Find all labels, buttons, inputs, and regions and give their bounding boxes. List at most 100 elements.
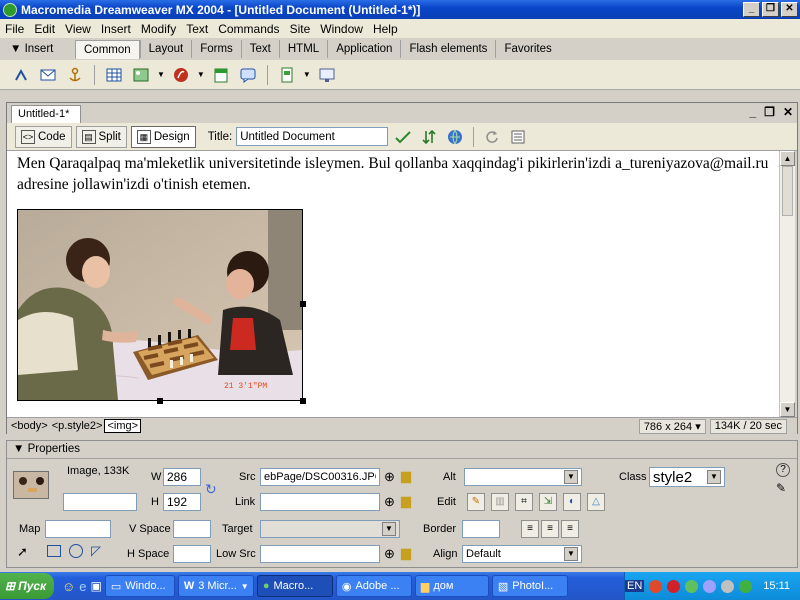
ie-icon[interactable]: e bbox=[79, 579, 86, 594]
tab-html[interactable]: HTML bbox=[278, 40, 327, 58]
doc-close-icon[interactable]: ✕ bbox=[783, 105, 793, 119]
alt-select[interactable]: ▼ bbox=[464, 468, 582, 486]
polygon-hotspot-icon[interactable]: ◸ bbox=[91, 543, 101, 559]
quick-tag-editor-icon[interactable]: ✎ bbox=[776, 481, 786, 495]
body-paragraph[interactable]: Men Qaraqalpaq ma'mleketlik universiteti… bbox=[17, 153, 777, 195]
link-input[interactable] bbox=[260, 493, 380, 511]
resize-handle[interactable] bbox=[157, 398, 163, 404]
menu-modify[interactable]: Modify bbox=[136, 22, 181, 36]
templates-icon[interactable] bbox=[276, 64, 298, 86]
document-title-input[interactable] bbox=[236, 127, 389, 146]
map-input[interactable] bbox=[45, 520, 111, 538]
properties-header[interactable]: ▼ Properties bbox=[7, 441, 797, 459]
email-link-icon[interactable] bbox=[37, 64, 59, 86]
chevron-down-icon[interactable]: ▼ bbox=[197, 70, 205, 79]
menu-file[interactable]: File bbox=[0, 22, 29, 36]
folder-icon[interactable]: ▆ bbox=[401, 468, 411, 484]
view-options-icon[interactable] bbox=[507, 126, 529, 148]
menu-view[interactable]: View bbox=[60, 22, 96, 36]
width-input[interactable] bbox=[163, 468, 201, 486]
tray-update-icon[interactable] bbox=[739, 579, 753, 593]
tab-common[interactable]: Common bbox=[75, 39, 140, 59]
help-icon[interactable]: ? bbox=[776, 463, 790, 477]
file-management-icon[interactable] bbox=[418, 126, 440, 148]
image-icon[interactable] bbox=[130, 64, 152, 86]
preview-browser-icon[interactable] bbox=[444, 126, 466, 148]
minimize-button[interactable]: _ bbox=[743, 2, 760, 17]
align-center-icon[interactable]: ≡ bbox=[541, 520, 559, 538]
validate-icon[interactable] bbox=[392, 126, 414, 148]
tab-favorites[interactable]: Favorites bbox=[495, 40, 559, 58]
tray-volume-icon[interactable] bbox=[721, 579, 735, 593]
refresh-icon[interactable] bbox=[481, 126, 503, 148]
save-icon[interactable]: ▣ bbox=[91, 579, 102, 593]
taskbar-button-folder[interactable]: ▆ дом bbox=[414, 575, 489, 597]
circle-hotspot-icon[interactable] bbox=[69, 544, 83, 558]
tray-network-icon[interactable] bbox=[685, 579, 699, 593]
scroll-up-icon[interactable]: ▲ bbox=[780, 151, 795, 166]
quick-launch-icon[interactable]: ☺ bbox=[62, 579, 75, 594]
insert-panel-title[interactable]: ▼ Insert bbox=[0, 43, 75, 55]
vspace-input[interactable] bbox=[173, 520, 211, 538]
language-indicator[interactable]: EN bbox=[625, 580, 645, 592]
resize-handle[interactable] bbox=[300, 301, 306, 307]
vertical-scrollbar[interactable]: ▲ ▼ bbox=[779, 151, 795, 417]
menu-edit[interactable]: Edit bbox=[29, 22, 60, 36]
menu-window[interactable]: Window bbox=[315, 22, 368, 36]
doc-minimize-icon[interactable]: _ bbox=[749, 105, 756, 119]
menu-commands[interactable]: Commands bbox=[213, 22, 284, 36]
start-button[interactable]: ⊞ Пуск bbox=[0, 573, 54, 599]
taskbar-button-photo[interactable]: ▧ PhotoI... bbox=[491, 575, 568, 597]
restore-button[interactable]: ❐ bbox=[762, 2, 779, 17]
image-name-input[interactable] bbox=[63, 493, 137, 511]
tab-flash-elements[interactable]: Flash elements bbox=[400, 40, 495, 58]
point-to-file-icon[interactable]: ⊕ bbox=[384, 546, 395, 562]
code-view-button[interactable]: <> Code bbox=[15, 125, 72, 148]
document-tab[interactable]: Untitled-1* bbox=[11, 105, 81, 123]
tray-app-icon[interactable] bbox=[649, 579, 663, 593]
menu-text[interactable]: Text bbox=[181, 22, 213, 36]
date-icon[interactable] bbox=[210, 64, 232, 86]
folder-icon[interactable]: ▆ bbox=[401, 545, 411, 561]
tag-body[interactable]: <body> bbox=[9, 420, 50, 432]
tab-forms[interactable]: Forms bbox=[191, 40, 241, 58]
hyperlink-icon[interactable] bbox=[10, 64, 32, 86]
taskbar-button-macromedia[interactable]: ● Macro... bbox=[256, 575, 333, 597]
chevron-down-icon[interactable]: ▼ bbox=[157, 70, 165, 79]
taskbar-button-adobe[interactable]: ◉ Adobe ... bbox=[335, 575, 412, 597]
scroll-down-icon[interactable]: ▼ bbox=[780, 402, 795, 417]
taskbar-button-windows[interactable]: ▭ Windo... bbox=[104, 575, 175, 597]
resample-icon[interactable]: ⇲ bbox=[539, 493, 557, 511]
split-view-button[interactable]: ▤ Split bbox=[75, 125, 127, 148]
tag-img[interactable]: <img> bbox=[104, 419, 142, 433]
scroll-thumb[interactable] bbox=[782, 166, 793, 216]
lowsrc-input[interactable] bbox=[260, 545, 380, 563]
taskbar-button-word[interactable]: W3 Micr... ▼ bbox=[177, 575, 254, 597]
hspace-input[interactable] bbox=[173, 545, 211, 563]
menu-site[interactable]: Site bbox=[285, 22, 316, 36]
brightness-contrast-icon[interactable]: ◐ bbox=[563, 493, 581, 511]
menu-insert[interactable]: Insert bbox=[96, 22, 136, 36]
resize-handle[interactable] bbox=[300, 398, 306, 404]
src-input[interactable] bbox=[260, 468, 380, 486]
named-anchor-icon[interactable] bbox=[64, 64, 86, 86]
border-input[interactable] bbox=[462, 520, 500, 538]
tag-chooser-icon[interactable] bbox=[316, 64, 338, 86]
close-button[interactable]: ✕ bbox=[781, 2, 798, 17]
tray-display-icon[interactable] bbox=[703, 579, 717, 593]
class-select[interactable]: style2 ▼ bbox=[649, 467, 725, 487]
reset-size-icon[interactable]: ↻ bbox=[205, 481, 217, 498]
optimize-icon[interactable]: ▥ bbox=[491, 493, 509, 511]
point-to-file-icon[interactable]: ⊕ bbox=[384, 494, 395, 510]
tab-layout[interactable]: Layout bbox=[139, 40, 192, 58]
align-select[interactable]: Default ▼ bbox=[462, 545, 582, 563]
comment-icon[interactable] bbox=[237, 64, 259, 86]
target-select[interactable]: ▼ bbox=[260, 520, 400, 538]
tag-p[interactable]: <p.style2> bbox=[50, 420, 105, 432]
menu-help[interactable]: Help bbox=[368, 22, 403, 36]
rectangle-hotspot-icon[interactable] bbox=[47, 545, 61, 557]
table-icon[interactable] bbox=[103, 64, 125, 86]
design-view[interactable]: Men Qaraqalpaq ma'mleketlik universiteti… bbox=[7, 151, 779, 417]
window-size[interactable]: 786 x 264 ▾ bbox=[638, 418, 706, 434]
align-left-icon[interactable]: ≡ bbox=[521, 520, 539, 538]
